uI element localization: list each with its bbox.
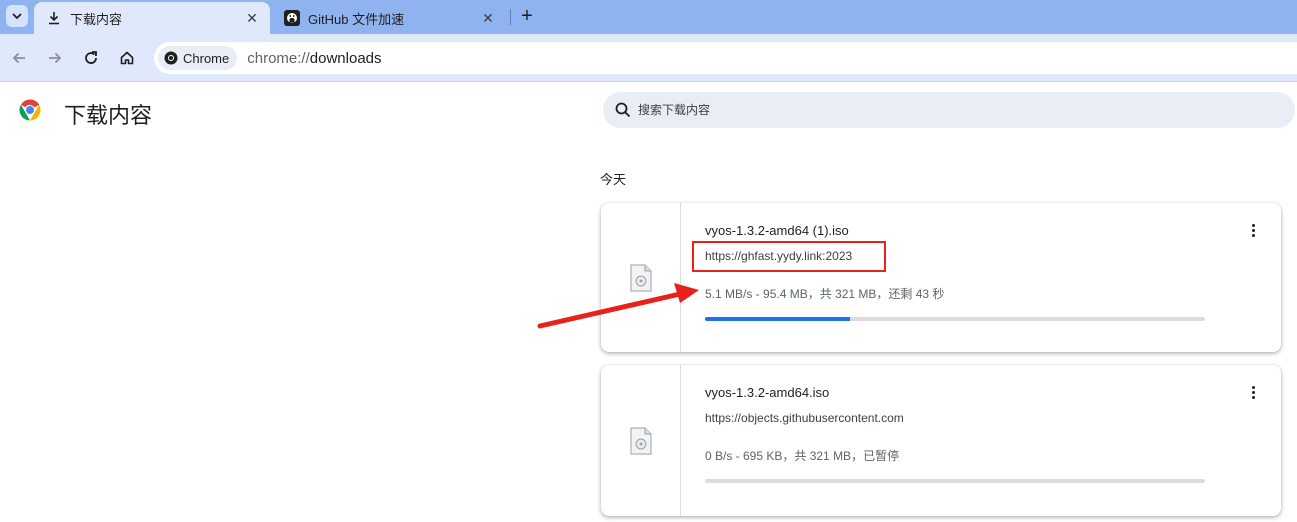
close-icon[interactable]: ✕ — [480, 10, 496, 26]
reload-button[interactable] — [79, 46, 103, 70]
site-info-chip[interactable]: Chrome — [158, 46, 238, 70]
url-scheme: chrome:// — [247, 49, 310, 67]
tab-search-button[interactable] — [6, 5, 28, 27]
tab-title: 下载内容 — [70, 11, 123, 27]
toolbar: Chrome chrome://downloads — [0, 34, 1297, 82]
date-section-label: 今天 — [600, 172, 627, 187]
annotation-highlight-box — [692, 241, 886, 272]
progress-fill — [705, 317, 850, 321]
new-tab-button[interactable]: + — [516, 5, 538, 27]
arrow-left-icon — [12, 52, 25, 64]
address-bar[interactable]: Chrome chrome://downloads — [154, 42, 1297, 74]
file-icon — [630, 427, 651, 454]
file-icon — [630, 264, 651, 291]
tab-title: GitHub 文件加速 — [308, 11, 405, 27]
search-box[interactable] — [603, 92, 1295, 128]
file-icon-column — [601, 365, 681, 516]
chevron-down-icon — [12, 13, 22, 20]
url-path: downloads — [309, 49, 382, 67]
download-item: vyos-1.3.2-amd64.iso https://objects.git… — [601, 365, 1281, 516]
reload-icon — [85, 51, 97, 64]
tab-downloads[interactable]: 下载内容 ✕ — [34, 2, 270, 34]
tab-divider — [510, 9, 511, 25]
download-status: 5.1 MB/s - 95.4 MB，共 321 MB，还剩 43 秒 — [705, 287, 945, 301]
file-icon-column — [601, 203, 681, 352]
chrome-icon — [164, 51, 178, 65]
chrome-logo-icon — [19, 99, 41, 121]
tab-github-accelerate[interactable]: GitHub 文件加速 ✕ — [272, 2, 506, 34]
source-url[interactable]: https://objects.githubusercontent.com — [705, 411, 904, 425]
more-actions-button[interactable] — [1244, 221, 1262, 239]
download-status: 0 B/s - 695 KB，共 321 MB，已暂停 — [705, 449, 900, 463]
more-vert-icon — [1251, 385, 1255, 389]
download-icon — [46, 10, 62, 26]
file-name[interactable]: vyos-1.3.2-amd64 (1).iso — [705, 223, 849, 238]
file-name[interactable]: vyos-1.3.2-amd64.iso — [705, 385, 829, 400]
close-icon[interactable]: ✕ — [244, 10, 260, 26]
page-header: 下载内容 — [0, 83, 1297, 139]
forward-button[interactable] — [43, 46, 67, 70]
back-button[interactable] — [7, 46, 31, 70]
more-actions-button[interactable] — [1244, 383, 1262, 401]
chip-label: Chrome — [183, 50, 230, 66]
home-button[interactable] — [115, 46, 139, 70]
search-input[interactable] — [638, 103, 1238, 117]
search-icon — [615, 102, 631, 118]
progress-bar — [705, 479, 1205, 483]
more-vert-icon — [1251, 223, 1255, 227]
github-icon — [284, 10, 300, 26]
arrow-right-icon — [49, 52, 62, 64]
url-text: chrome://downloads — [247, 50, 381, 67]
page-title: 下载内容 — [64, 103, 153, 128]
progress-bar — [705, 317, 1205, 321]
home-icon — [120, 51, 134, 65]
download-item: vyos-1.3.2-amd64 (1).iso https://ghfast.… — [601, 203, 1281, 352]
tab-strip: 下载内容 ✕ GitHub 文件加速 ✕ + — [0, 0, 1297, 34]
